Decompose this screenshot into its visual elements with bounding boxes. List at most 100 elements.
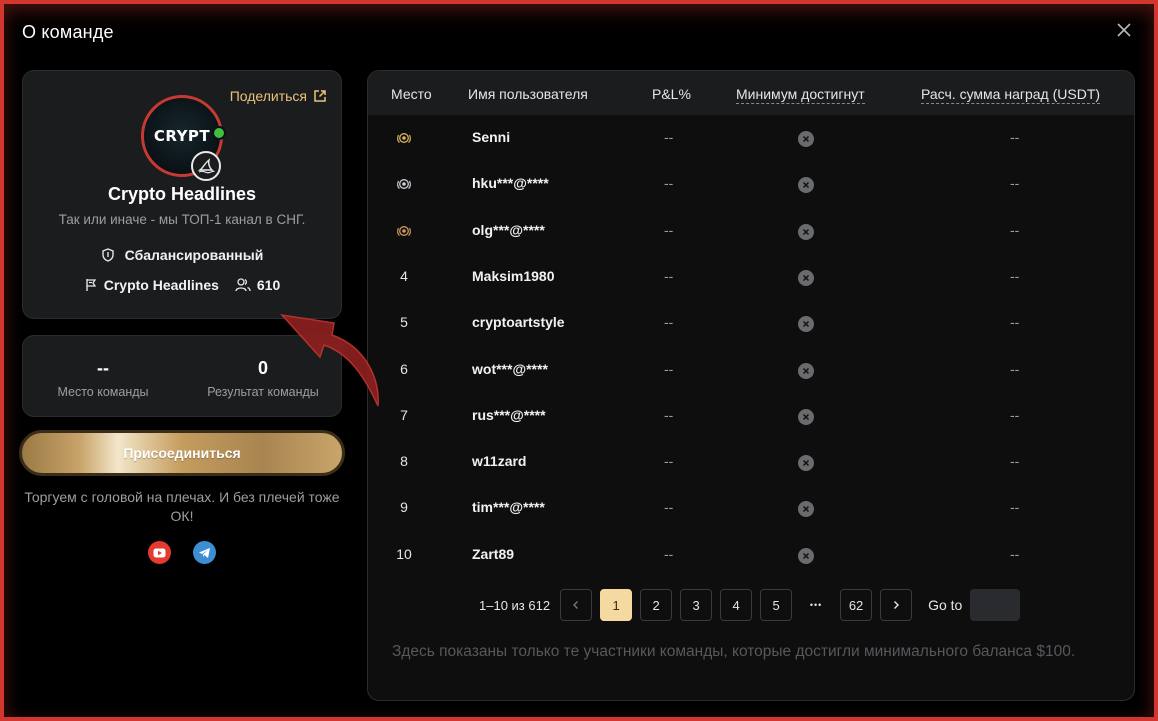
table-row: 7 rus***@**** -- -- (368, 393, 1134, 439)
rank-cell: 10 (396, 545, 412, 562)
rank-cell: 9 (400, 499, 408, 516)
not-reached-icon (798, 316, 814, 333)
external-link-icon (314, 90, 326, 102)
team-name: Crypto Headlines (107, 184, 257, 204)
join-button[interactable]: Присоединиться (19, 430, 345, 476)
telegram-icon[interactable] (193, 541, 216, 564)
table-header: Место Имя пользователя P&L% Минимум дост… (368, 71, 1134, 115)
reward-cell: -- (1010, 175, 1020, 192)
rank-cell: 4 (400, 267, 408, 284)
username-cell: Senni (472, 129, 511, 145)
pnl-cell: -- (664, 221, 674, 238)
pagination: 1–10 из 612 1 2 3 4 5 ••• 62 Go to (479, 589, 1021, 621)
next-page-button[interactable] (880, 589, 913, 621)
pnl-cell: -- (664, 267, 674, 284)
chevron-left-icon (573, 601, 579, 609)
pagination-summary: 1–10 из 612 (479, 597, 551, 613)
page-button-1[interactable]: 1 (600, 589, 633, 621)
prev-page-button[interactable] (560, 589, 593, 621)
team-description: Так или иначе - мы ТОП-1 канал в СНГ. (58, 212, 306, 227)
pnl-cell: -- (664, 360, 674, 377)
not-reached-icon (798, 131, 814, 147)
social-links (148, 541, 216, 564)
rank-cell: 8 (400, 453, 408, 470)
pnl-cell: -- (664, 453, 674, 470)
avatar-text: CRYPT (153, 127, 211, 145)
header-min-reached[interactable]: Минимум достигнут (736, 86, 865, 104)
team-avatar: CRYPT (141, 95, 226, 181)
member-count: 610 (256, 277, 281, 293)
table-row: olg***@**** -- -- (368, 208, 1134, 254)
team-modal: О команде Поделиться CRYPT Crypto Headli… (4, 4, 1154, 717)
chevron-right-icon (894, 601, 900, 609)
page-button-4[interactable]: 4 (720, 589, 753, 621)
reward-cell: -- (1010, 453, 1020, 470)
username-cell: hku***@**** (472, 175, 549, 192)
reward-cell: -- (1010, 406, 1020, 423)
pnl-cell: -- (664, 314, 674, 331)
table-row: 6 wot***@**** -- -- (368, 347, 1134, 393)
header-rank: Место (391, 86, 432, 102)
pnl-cell: -- (664, 499, 674, 516)
table-row: 10 Zart89 -- -- (368, 532, 1134, 578)
strategy-text: Сбалансированный (124, 247, 264, 263)
pnl-cell: -- (664, 406, 674, 423)
gold-medal-icon (394, 129, 414, 148)
not-reached-icon (798, 223, 814, 240)
page-button-2[interactable]: 2 (640, 589, 673, 621)
reward-cell: -- (1010, 360, 1020, 377)
not-reached-icon (798, 177, 814, 194)
members-table: Место Имя пользователя P&L% Минимум дост… (367, 70, 1135, 701)
reward-cell: -- (1010, 129, 1020, 145)
modal-title: О команде (22, 22, 114, 42)
flag-icon (86, 279, 96, 291)
username-cell: olg***@**** (472, 221, 545, 238)
username-cell: tim***@**** (472, 499, 545, 516)
not-reached-icon (798, 408, 814, 425)
team-rank: -- Место команды (23, 358, 183, 399)
team-card: Поделиться CRYPT Crypto Headlines Так ил… (22, 70, 342, 319)
shield-icon (101, 248, 114, 262)
table-row: 4 Maksim1980 -- -- (368, 254, 1134, 300)
shark-fin-icon (191, 151, 221, 181)
not-reached-icon (798, 362, 814, 379)
youtube-icon[interactable] (148, 541, 171, 564)
pnl-cell: -- (664, 175, 674, 192)
header-pnl: P&L% (652, 86, 691, 102)
header-reward[interactable]: Расч. сумма наград (USDT) (921, 86, 1101, 104)
rank-cell: 5 (400, 314, 408, 331)
table-row: 8 w11zard -- -- (368, 439, 1134, 485)
goto-page-input[interactable] (970, 589, 1021, 621)
page-button-last[interactable]: 62 (840, 589, 873, 621)
reward-cell: -- (1010, 314, 1020, 331)
reward-cell: -- (1010, 545, 1020, 562)
table-row: Senni -- -- (368, 115, 1134, 161)
pagination-ellipsis[interactable]: ••• (800, 589, 832, 621)
silver-medal-icon (394, 175, 414, 194)
header-user: Имя пользователя (468, 86, 588, 102)
page-button-3[interactable]: 3 (680, 589, 713, 621)
username-cell: wot***@**** (472, 360, 548, 377)
share-label: Поделиться (229, 88, 307, 104)
goto-label: Go to (928, 597, 963, 613)
not-reached-icon (798, 455, 814, 472)
team-rank-value: -- (97, 358, 109, 378)
close-icon[interactable] (1114, 20, 1134, 40)
online-status-icon (212, 126, 226, 140)
users-icon (235, 278, 251, 292)
team-slogan: Торгуем с головой на плечах. И без плече… (24, 489, 340, 524)
pnl-cell: -- (664, 545, 674, 562)
team-result-label[interactable]: Результат команды (207, 385, 319, 399)
page-button-5[interactable]: 5 (760, 589, 793, 621)
reward-cell: -- (1010, 221, 1020, 238)
strategy-label: Сбалансированный (23, 247, 341, 263)
rank-cell: 7 (400, 406, 408, 423)
share-button[interactable]: Поделиться (230, 88, 327, 104)
bronze-medal-icon (394, 222, 414, 241)
username-cell: Zart89 (472, 545, 515, 562)
reward-cell: -- (1010, 267, 1020, 284)
username-cell: w11zard (472, 453, 527, 470)
not-reached-icon (798, 501, 814, 518)
pnl-cell: -- (664, 129, 674, 145)
reward-cell: -- (1010, 499, 1020, 516)
